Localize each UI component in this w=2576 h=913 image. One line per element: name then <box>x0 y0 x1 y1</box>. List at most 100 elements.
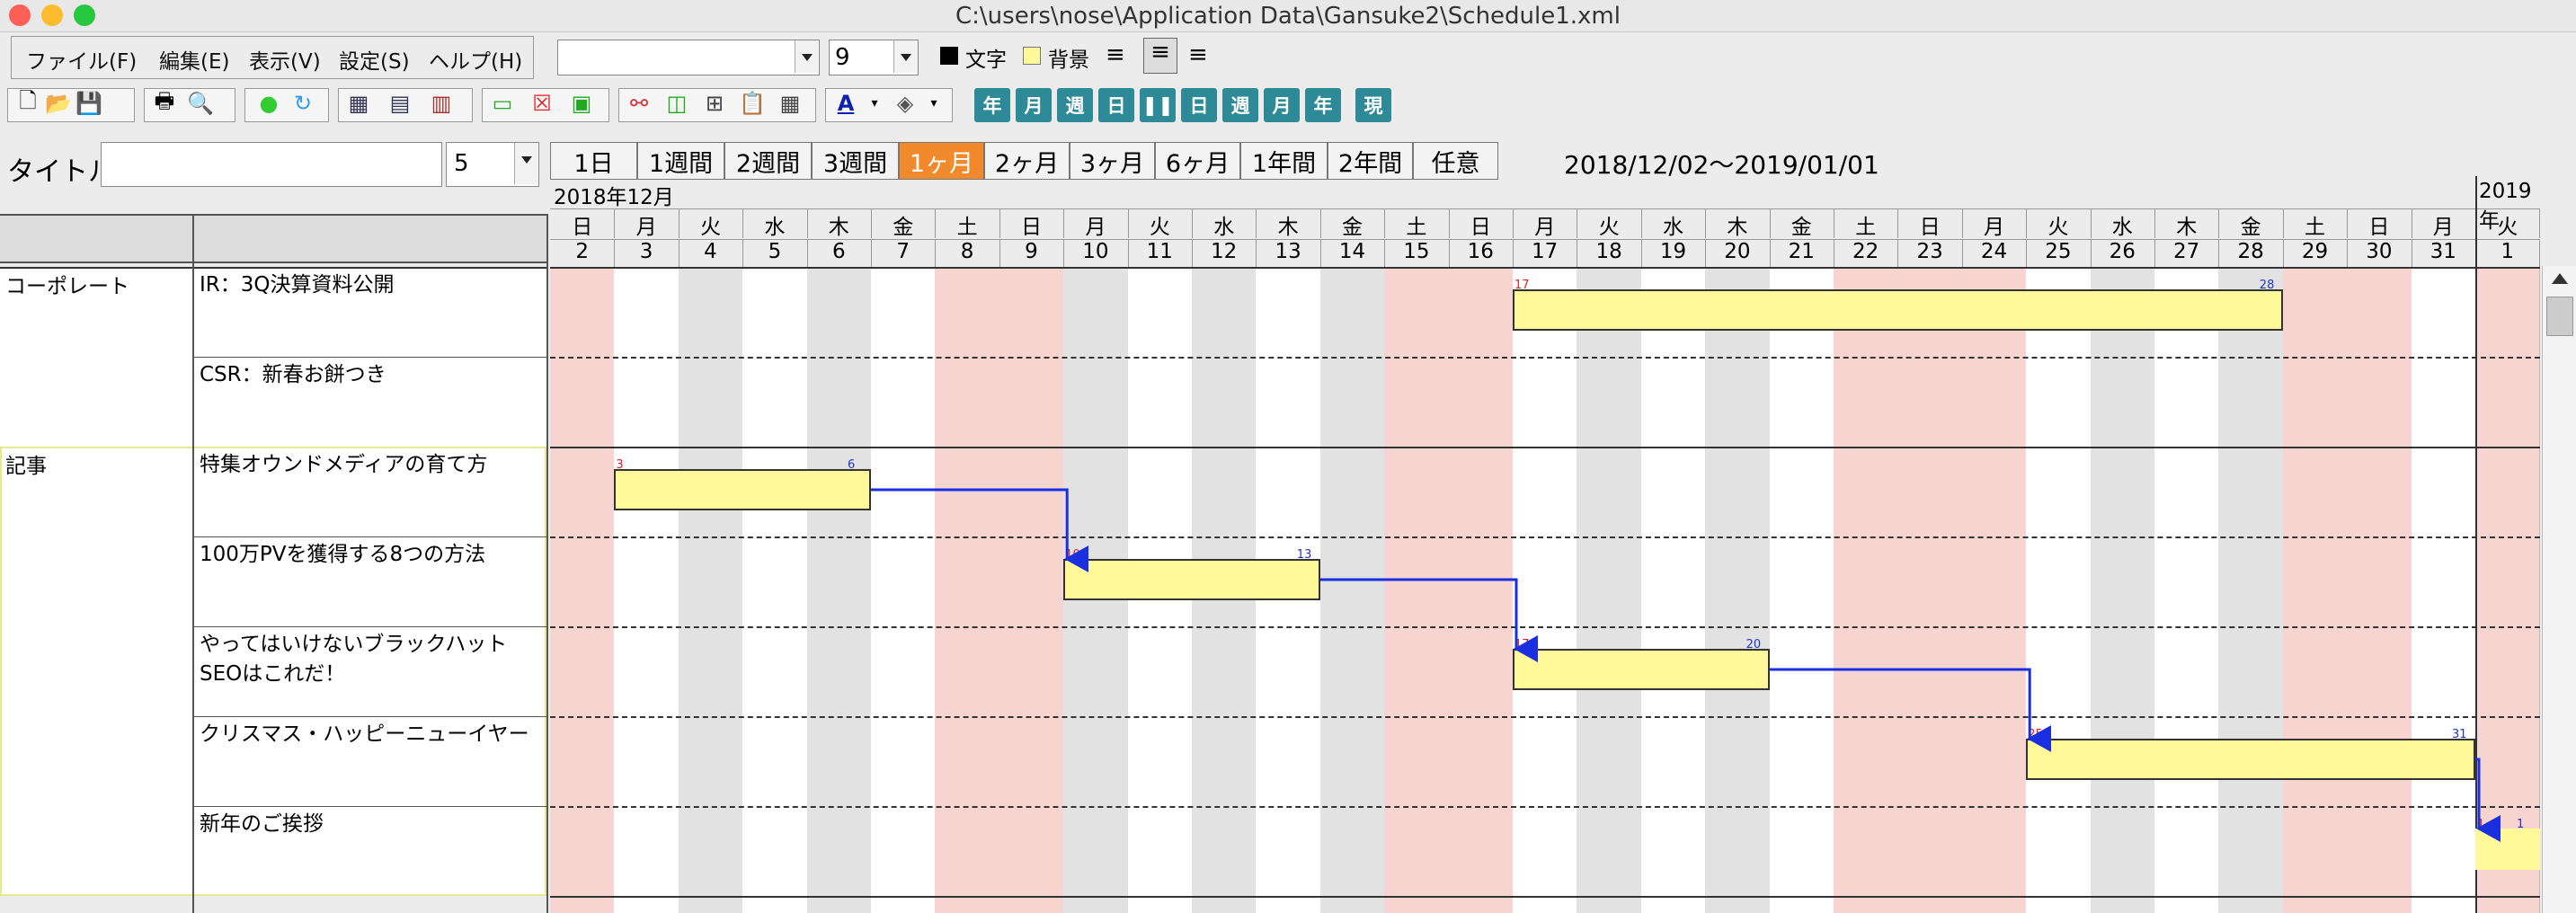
image-icon[interactable]: ▣ <box>567 89 596 118</box>
bar-end-label: 31 <box>2452 728 2467 741</box>
menu-bar: ファイル(F) 編集(E) 表示(V) 設定(S) ヘルプ(H) <box>11 36 534 79</box>
row-divider <box>550 447 2540 448</box>
weekday-label: 土 <box>2282 208 2349 239</box>
task-bar[interactable] <box>1063 559 1320 600</box>
menu-file[interactable]: ファイル(F) <box>26 44 137 75</box>
green-dot-icon[interactable]: ● <box>254 89 283 118</box>
new-file-icon[interactable]: 🗋 <box>13 88 42 118</box>
align-left-icon[interactable]: ≡ <box>1106 41 1125 68</box>
chevron-down-icon[interactable] <box>795 40 819 73</box>
weekday-label: 土 <box>1834 208 1899 239</box>
day-number: 18 <box>1577 239 1642 269</box>
font-color-icon[interactable]: A <box>831 89 860 118</box>
period-tab[interactable]: 任意 <box>1413 142 1498 180</box>
period-tab[interactable]: 2年間 <box>1328 142 1413 180</box>
period-tab[interactable]: 3週間 <box>812 142 899 180</box>
row-divider <box>550 896 2540 898</box>
task-name[interactable]: 特集オウンドメディアの育て方 <box>200 450 541 480</box>
box-icon[interactable]: ◫ <box>662 89 691 118</box>
nav-next-year-button[interactable]: 年 <box>1305 88 1341 122</box>
rect-icon[interactable]: ▭ <box>488 89 517 118</box>
nav-next-day-button[interactable]: 日 <box>1181 88 1217 122</box>
font-select[interactable] <box>557 40 820 75</box>
font-size-select[interactable]: 9 <box>829 40 919 75</box>
print-icon[interactable]: 🖶 <box>150 88 179 118</box>
nav-prev-week-button[interactable]: 週 <box>1057 88 1093 122</box>
table-color-icon[interactable]: ▥ <box>427 89 456 118</box>
chevron-down-icon[interactable]: ▾ <box>919 89 948 118</box>
scrollbar-thumb[interactable] <box>2546 297 2573 336</box>
align-right-icon[interactable]: ≡ <box>1188 41 1208 68</box>
nav-today-button[interactable]: 現 <box>1355 88 1391 122</box>
menu-edit[interactable]: 編集(E) <box>159 44 229 75</box>
task-bar[interactable] <box>1513 289 2283 331</box>
task-divider <box>194 626 546 627</box>
toolbar-group-shape: ▭ ☒ ▣ <box>482 88 609 122</box>
menu-settings[interactable]: 設定(S) <box>339 44 410 75</box>
pause-icon[interactable]: ❚❚ <box>1140 88 1176 122</box>
table-view-icon[interactable]: ▦ <box>344 89 373 118</box>
period-tab[interactable]: 6ヶ月 <box>1155 142 1240 180</box>
open-folder-icon[interactable]: 📂 <box>44 89 73 118</box>
period-tab[interactable]: 1週間 <box>637 142 724 180</box>
task-name[interactable]: 新年のご挨拶 <box>200 810 541 839</box>
period-tab[interactable]: 1日 <box>550 142 637 180</box>
connect-icon[interactable]: ⚯ <box>625 89 653 118</box>
table-list-icon[interactable]: ▤ <box>386 89 414 118</box>
task-bar[interactable] <box>2026 739 2475 780</box>
menu-help[interactable]: ヘルプ(H) <box>429 44 522 75</box>
row-divider <box>550 267 2540 269</box>
task-name[interactable]: クリスマス・ハッピーニューイヤー <box>200 720 541 749</box>
fill-color-icon[interactable]: ◈ <box>891 89 919 118</box>
menu-view[interactable]: 表示(V) <box>249 44 321 75</box>
task-name[interactable]: IR：3Q決算資料公開 <box>200 270 541 300</box>
group-name: コーポレート <box>5 275 129 298</box>
day-number: 3 <box>614 239 680 269</box>
delete-box-icon[interactable]: ☒ <box>528 89 556 118</box>
period-tab[interactable]: 2ヶ月 <box>984 142 1070 180</box>
refresh-icon[interactable]: ↻ <box>289 89 317 118</box>
gantt-calendar: 2018年12月 2019年日 2 月 3 火 4 水 5 木 6 金 7 土 8 日 9 月 10 火 11 水 12 木 1… <box>550 176 2541 913</box>
align-center-icon[interactable]: ≡ <box>1143 38 1177 74</box>
print-preview-icon[interactable]: 🔍 <box>186 89 215 118</box>
weekday-label: 日 <box>1448 208 1514 239</box>
day-number: 16 <box>1448 239 1514 269</box>
bar-start-label: 25 <box>2028 728 2043 741</box>
save-icon[interactable]: 💾 <box>75 89 103 118</box>
task-list-header <box>0 214 548 263</box>
task-bar[interactable] <box>1513 649 1770 690</box>
row-divider <box>550 806 2540 808</box>
nav-prev-day-button[interactable]: 日 <box>1098 88 1134 122</box>
bar-start-label: 1 <box>2477 818 2485 831</box>
text-color-swatch[interactable] <box>940 47 958 65</box>
chevron-down-icon[interactable]: ▾ <box>860 89 889 118</box>
period-tab[interactable]: 1年間 <box>1240 142 1328 180</box>
weekday-label: 水 <box>1640 208 1707 239</box>
day-number: 29 <box>2282 239 2349 269</box>
day-number: 7 <box>871 239 937 269</box>
day-number: 14 <box>1319 239 1386 269</box>
nav-prev-month-button[interactable]: 月 <box>1016 88 1052 122</box>
scroll-up-icon[interactable] <box>2552 273 2568 284</box>
nav-next-week-button[interactable]: 週 <box>1222 88 1258 122</box>
weekday-label: 木 <box>806 208 872 239</box>
task-bar[interactable] <box>2475 829 2540 870</box>
bg-color-swatch[interactable] <box>1023 47 1041 65</box>
chevron-down-icon[interactable] <box>893 40 918 73</box>
font-size-value: 9 <box>835 44 850 71</box>
task-name[interactable]: やってはいけないブラックハット SEOはこれだ！ <box>200 630 541 689</box>
period-tab[interactable]: 3ヶ月 <box>1070 142 1155 180</box>
task-bar[interactable] <box>614 469 871 510</box>
day-number: 5 <box>742 239 808 269</box>
grid-icon[interactable]: ▦ <box>776 89 804 118</box>
period-tab[interactable]: 2週間 <box>724 142 812 180</box>
vertical-scrollbar[interactable] <box>2542 266 2576 913</box>
window-titlebar: C:\users\nose\Application Data\Gansuke2\… <box>0 0 2576 32</box>
hierarchy-icon[interactable]: ⊞ <box>700 89 729 118</box>
task-name[interactable]: CSR：新春お餅つき <box>200 360 541 390</box>
clipboard-icon[interactable]: 📋 <box>738 89 767 118</box>
nav-prev-year-button[interactable]: 年 <box>974 88 1010 122</box>
nav-next-month-button[interactable]: 月 <box>1264 88 1300 122</box>
period-tab[interactable]: 1ヶ月 <box>899 142 984 180</box>
task-name[interactable]: 100万PVを獲得する8つの方法 <box>200 540 541 570</box>
